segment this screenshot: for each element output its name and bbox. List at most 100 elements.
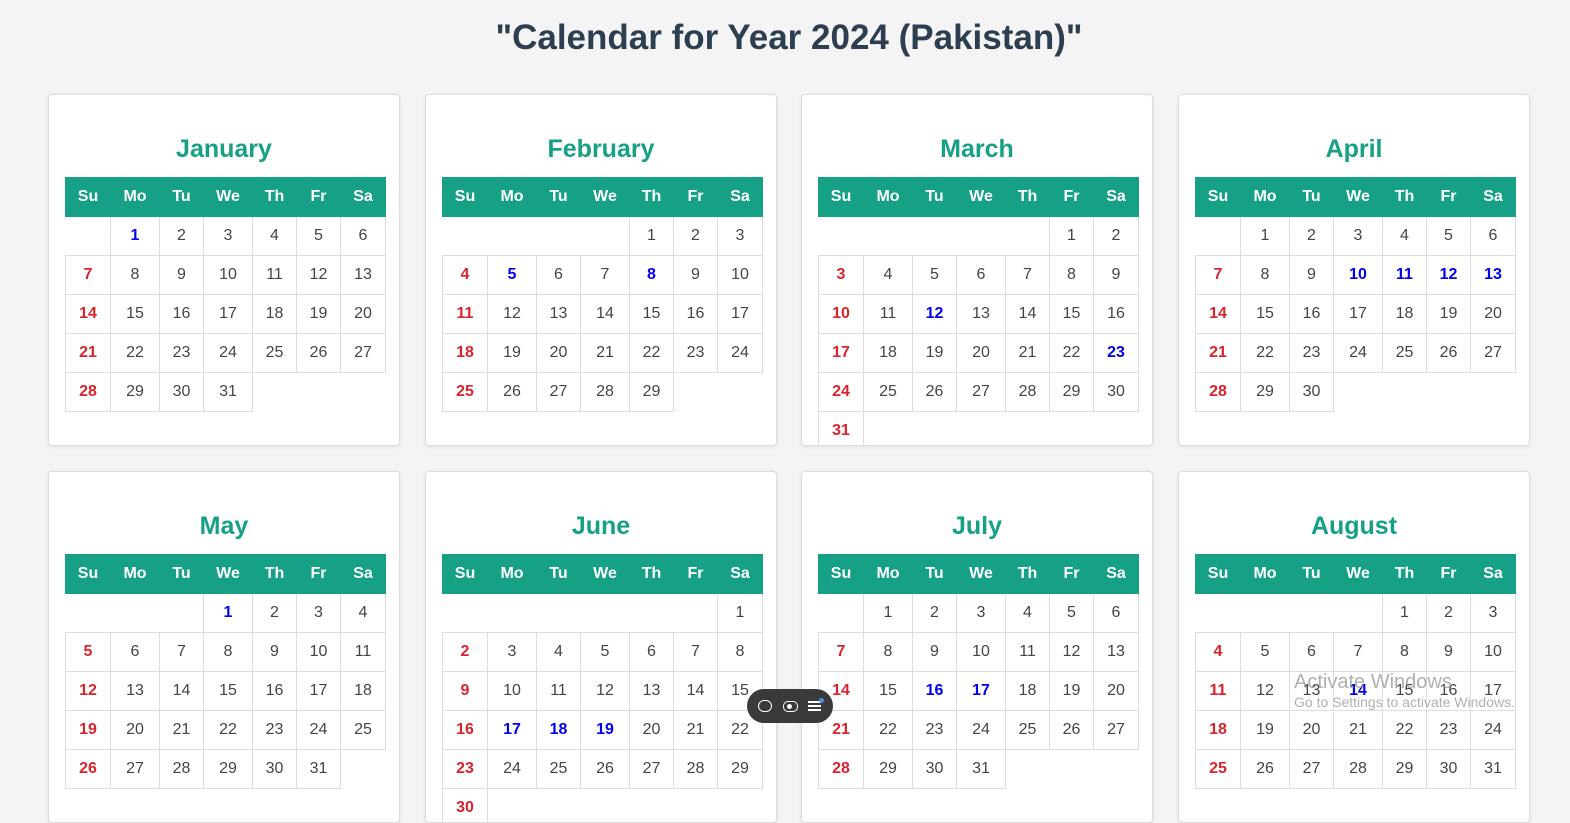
day-cell[interactable]: 10: [1334, 256, 1383, 295]
day-cell[interactable]: 9: [674, 256, 718, 295]
day-cell[interactable]: 30: [1427, 750, 1471, 789]
day-cell[interactable]: 25: [253, 334, 297, 373]
day-cell[interactable]: 27: [1290, 750, 1334, 789]
day-cell[interactable]: 17: [297, 672, 341, 711]
day-cell[interactable]: 7: [1006, 256, 1050, 295]
day-cell[interactable]: 17: [1334, 295, 1383, 334]
day-cell[interactable]: 28: [160, 750, 204, 789]
day-cell[interactable]: 25: [864, 373, 913, 412]
day-cell[interactable]: 9: [1290, 256, 1334, 295]
day-cell[interactable]: 9: [443, 672, 488, 711]
day-cell[interactable]: 10: [204, 256, 253, 295]
day-cell[interactable]: 7: [1334, 633, 1383, 672]
day-cell[interactable]: 12: [1241, 672, 1290, 711]
day-cell[interactable]: 6: [111, 633, 160, 672]
day-cell[interactable]: 31: [1471, 750, 1516, 789]
day-cell[interactable]: 29: [1241, 373, 1290, 412]
day-cell[interactable]: 23: [1094, 334, 1139, 373]
day-cell[interactable]: 9: [253, 633, 297, 672]
day-cell[interactable]: 1: [864, 594, 913, 633]
day-cell[interactable]: 31: [204, 373, 253, 412]
day-cell[interactable]: 7: [1196, 256, 1241, 295]
day-cell[interactable]: 24: [718, 334, 763, 373]
day-cell[interactable]: 3: [718, 217, 763, 256]
day-cell[interactable]: 22: [1241, 334, 1290, 373]
day-cell[interactable]: 31: [297, 750, 341, 789]
day-cell[interactable]: 16: [1290, 295, 1334, 334]
day-cell[interactable]: 13: [111, 672, 160, 711]
day-cell[interactable]: 11: [443, 295, 488, 334]
day-cell[interactable]: 20: [957, 334, 1006, 373]
menu-icon[interactable]: [806, 697, 824, 715]
day-cell[interactable]: 6: [630, 633, 674, 672]
day-cell[interactable]: 3: [1334, 217, 1383, 256]
day-cell[interactable]: 11: [341, 633, 386, 672]
day-cell[interactable]: 4: [253, 217, 297, 256]
day-cell[interactable]: 5: [1050, 594, 1094, 633]
day-cell[interactable]: 12: [488, 295, 537, 334]
day-cell[interactable]: 8: [1383, 633, 1427, 672]
day-cell[interactable]: 19: [1241, 711, 1290, 750]
day-cell[interactable]: 11: [1006, 633, 1050, 672]
day-cell[interactable]: 1: [1050, 217, 1094, 256]
day-cell[interactable]: 5: [913, 256, 957, 295]
day-cell[interactable]: 4: [341, 594, 386, 633]
day-cell[interactable]: 21: [160, 711, 204, 750]
day-cell[interactable]: 2: [1094, 217, 1139, 256]
day-cell[interactable]: 30: [1290, 373, 1334, 412]
day-cell[interactable]: 16: [1094, 295, 1139, 334]
day-cell[interactable]: 6: [341, 217, 386, 256]
day-cell[interactable]: 18: [341, 672, 386, 711]
day-cell[interactable]: 1: [111, 217, 160, 256]
day-cell[interactable]: 14: [581, 295, 630, 334]
day-cell[interactable]: 6: [1094, 594, 1139, 633]
day-cell[interactable]: 4: [1196, 633, 1241, 672]
day-cell[interactable]: 4: [1006, 594, 1050, 633]
day-cell[interactable]: 27: [957, 373, 1006, 412]
day-cell[interactable]: 24: [488, 750, 537, 789]
day-cell[interactable]: 18: [1383, 295, 1427, 334]
day-cell[interactable]: 30: [1094, 373, 1139, 412]
day-cell[interactable]: 19: [1050, 672, 1094, 711]
day-cell[interactable]: 16: [253, 672, 297, 711]
day-cell[interactable]: 5: [66, 633, 111, 672]
day-cell[interactable]: 5: [1241, 633, 1290, 672]
day-cell[interactable]: 22: [630, 334, 674, 373]
day-cell[interactable]: 10: [1471, 633, 1516, 672]
day-cell[interactable]: 20: [1471, 295, 1516, 334]
day-cell[interactable]: 18: [1006, 672, 1050, 711]
day-cell[interactable]: 8: [630, 256, 674, 295]
day-cell[interactable]: 15: [1050, 295, 1094, 334]
day-cell[interactable]: 14: [1006, 295, 1050, 334]
day-cell[interactable]: 2: [160, 217, 204, 256]
day-cell[interactable]: 1: [718, 594, 763, 633]
day-cell[interactable]: 28: [674, 750, 718, 789]
day-cell[interactable]: 27: [1094, 711, 1139, 750]
day-cell[interactable]: 29: [864, 750, 913, 789]
day-cell[interactable]: 19: [913, 334, 957, 373]
day-cell[interactable]: 18: [253, 295, 297, 334]
day-cell[interactable]: 10: [819, 295, 864, 334]
day-cell[interactable]: 24: [204, 334, 253, 373]
day-cell[interactable]: 21: [1196, 334, 1241, 373]
day-cell[interactable]: 7: [819, 633, 864, 672]
day-cell[interactable]: 29: [1050, 373, 1094, 412]
day-cell[interactable]: 23: [1290, 334, 1334, 373]
day-cell[interactable]: 25: [443, 373, 488, 412]
day-cell[interactable]: 5: [1427, 217, 1471, 256]
day-cell[interactable]: 20: [1094, 672, 1139, 711]
day-cell[interactable]: 8: [204, 633, 253, 672]
day-cell[interactable]: 9: [160, 256, 204, 295]
day-cell[interactable]: 10: [718, 256, 763, 295]
day-cell[interactable]: 18: [537, 711, 581, 750]
day-cell[interactable]: 22: [111, 334, 160, 373]
day-cell[interactable]: 26: [488, 373, 537, 412]
day-cell[interactable]: 15: [1241, 295, 1290, 334]
day-cell[interactable]: 13: [630, 672, 674, 711]
day-cell[interactable]: 25: [341, 711, 386, 750]
day-cell[interactable]: 30: [253, 750, 297, 789]
day-cell[interactable]: 26: [1050, 711, 1094, 750]
day-cell[interactable]: 6: [1290, 633, 1334, 672]
day-cell[interactable]: 7: [160, 633, 204, 672]
day-cell[interactable]: 5: [581, 633, 630, 672]
